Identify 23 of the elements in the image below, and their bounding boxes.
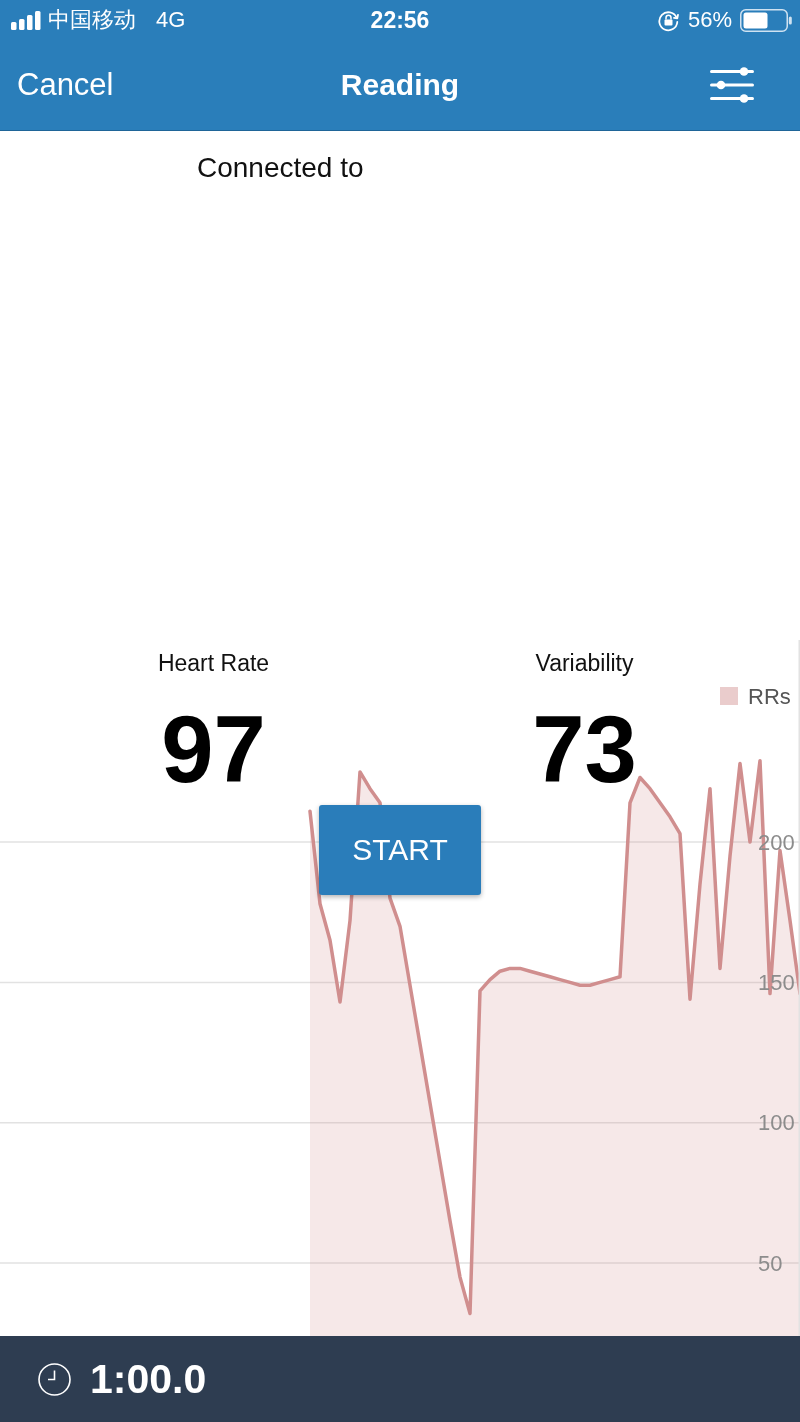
- stat-value: 73: [532, 702, 637, 797]
- battery-icon: [740, 8, 792, 32]
- timer-value: 1:00.0: [90, 1355, 207, 1403]
- legend-swatch-icon: [720, 687, 738, 705]
- stat-value: 97: [161, 702, 266, 797]
- start-button[interactable]: START: [319, 805, 481, 895]
- signal-icon: [11, 10, 42, 30]
- rotation-lock-icon: [656, 8, 680, 32]
- battery-percent: 56%: [687, 7, 732, 33]
- status-time: 22:56: [370, 7, 430, 33]
- stat-label: Variability: [535, 650, 634, 678]
- screen-title: Reading: [340, 67, 460, 103]
- y-axis-label: 50: [758, 1250, 783, 1276]
- clock-icon: [38, 1362, 71, 1396]
- legend-label: RRs: [748, 684, 791, 709]
- y-axis-label: 100: [758, 1110, 795, 1136]
- cancel-button[interactable]: Cancel: [17, 67, 114, 103]
- adjustments-button[interactable]: [710, 67, 754, 103]
- network-type: 4G: [156, 7, 186, 33]
- carrier-name: 中国移动: [48, 7, 136, 33]
- connection-status: Connected to: [197, 152, 364, 184]
- sliders-icon: [710, 67, 754, 103]
- stat-label: Heart Rate: [157, 650, 270, 678]
